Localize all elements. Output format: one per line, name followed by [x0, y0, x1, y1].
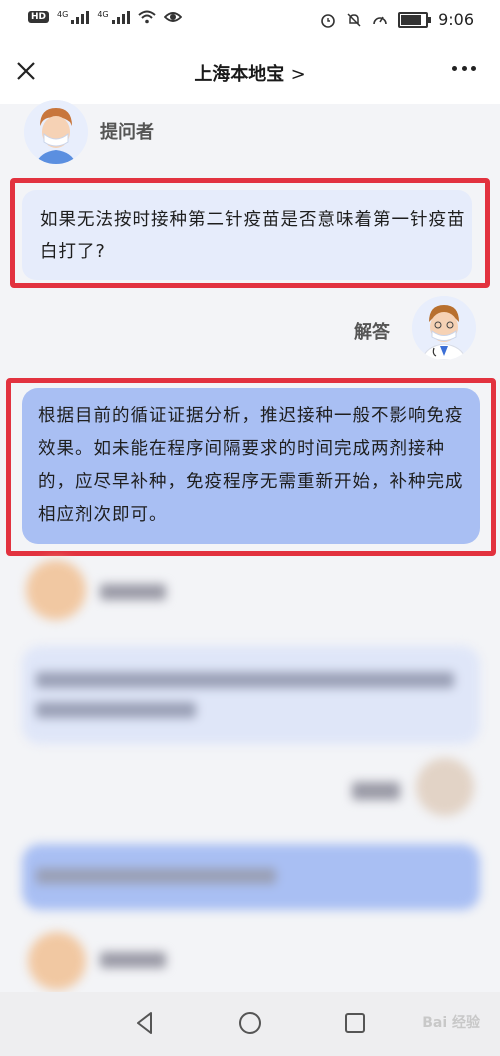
- blurred-label: [100, 584, 166, 600]
- signal-icon: 4G: [97, 10, 130, 24]
- blurred-conversation: [0, 560, 500, 992]
- clock: 9:06: [438, 10, 474, 29]
- highlight-box-question: [10, 178, 490, 288]
- alarm-icon: [321, 13, 335, 28]
- mute-icon: [347, 12, 361, 27]
- blurred-label: [100, 952, 166, 968]
- blurred-bubble: [22, 646, 480, 744]
- blurred-avatar: [26, 560, 86, 620]
- home-circle-icon[interactable]: [235, 1008, 265, 1038]
- battery-icon: [398, 11, 432, 28]
- asker-label: 提问者: [100, 122, 154, 143]
- answerer-label: 解答: [354, 322, 390, 343]
- eye-icon: [163, 12, 182, 22]
- highlight-box-answer: [6, 378, 496, 556]
- app-header: 上海本地宝 >: [0, 42, 500, 104]
- blurred-label: [352, 782, 400, 800]
- hd-badge: HD: [28, 11, 50, 23]
- asker-avatar: [24, 100, 88, 164]
- recent-square-icon[interactable]: [340, 1008, 370, 1038]
- watermark: Bai 经验: [422, 1015, 480, 1031]
- status-bar: HD 4G 4G 9:06: [0, 0, 500, 42]
- wifi-icon: [137, 10, 156, 24]
- back-triangle-icon[interactable]: [130, 1008, 160, 1038]
- page-title[interactable]: 上海本地宝 >: [0, 60, 500, 86]
- status-left: HD 4G 4G: [28, 10, 182, 24]
- more-icon[interactable]: [452, 66, 476, 76]
- blurred-avatar: [416, 758, 474, 816]
- status-right: 9:06: [320, 10, 474, 29]
- signal-icon: 4G: [57, 10, 90, 24]
- page-title-text: 上海本地宝: [194, 64, 285, 85]
- chevron-right-icon: >: [290, 64, 306, 85]
- blurred-avatar: [28, 932, 86, 990]
- speed-icon: [373, 16, 387, 24]
- doctor-avatar: [412, 296, 476, 360]
